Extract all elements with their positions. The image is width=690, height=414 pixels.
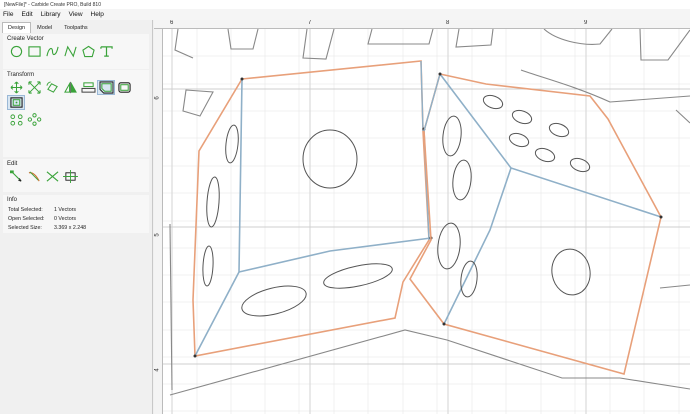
create-vector-header: Create Vector <box>7 36 44 42</box>
edge-line <box>194 78 243 357</box>
die-pip <box>241 285 307 317</box>
ruler-x-label: 9 <box>584 20 588 26</box>
polyline-icon[interactable] <box>61 44 79 59</box>
rectangle-icon[interactable] <box>25 44 43 59</box>
die-pip <box>551 248 591 296</box>
die-pip <box>460 260 478 298</box>
ruler-y-label: 6 <box>154 96 161 100</box>
rotate-icon[interactable] <box>43 80 61 95</box>
die-pip <box>302 129 358 189</box>
die-pip <box>482 94 504 110</box>
ruler-x-label: 7 <box>308 20 312 26</box>
circle-icon[interactable] <box>7 44 25 59</box>
sidebar-tabs: Design Model Toolpaths <box>2 22 94 33</box>
die-pip <box>437 222 461 270</box>
tab-model[interactable]: Model <box>31 22 58 33</box>
info-selected-size: Selected Size: 3.369 x 2.248 <box>3 223 149 232</box>
window-title: [NewFile]* - Carbide Create PRO, Build 8… <box>4 1 101 8</box>
polygon-icon[interactable] <box>79 44 97 59</box>
die-left[interactable] <box>192 60 433 358</box>
menu-view[interactable]: View <box>69 11 83 18</box>
node-edit-icon[interactable] <box>7 169 25 184</box>
edge-line <box>420 60 424 132</box>
ruler-x-label: 6 <box>170 20 174 26</box>
open-selected-value: 0 Vectors <box>54 215 77 222</box>
die-pip <box>206 176 220 228</box>
total-selected-value: 1 Vectors <box>54 206 77 213</box>
menu-file[interactable]: File <box>3 11 13 18</box>
title-bar: [NewFile]* - Carbide Create PRO, Build 8… <box>0 0 690 9</box>
menu-bar: File Edit Library View Help <box>0 9 690 20</box>
info-header: Info <box>7 197 18 203</box>
horizontal-ruler: 6 7 8 9 <box>154 20 690 29</box>
canvas-drawing[interactable] <box>163 29 690 414</box>
edit-panel: Edit <box>3 159 149 192</box>
offset-icon[interactable] <box>97 80 115 95</box>
tab-toolpaths[interactable]: Toolpaths <box>58 22 94 33</box>
curve-icon[interactable] <box>43 44 61 59</box>
transform-header: Transform <box>7 72 35 78</box>
circular-array-icon[interactable] <box>25 112 43 127</box>
trim-icon[interactable] <box>25 169 43 184</box>
die-pip <box>569 157 591 173</box>
ruler-x-label: 8 <box>446 20 450 26</box>
join-icon[interactable] <box>7 95 25 110</box>
die-pip <box>323 263 393 289</box>
die-pip <box>202 245 214 287</box>
tab-design[interactable]: Design <box>2 22 32 33</box>
box-select-icon[interactable] <box>61 169 79 184</box>
die-pip <box>442 115 462 157</box>
align-icon[interactable] <box>79 80 97 95</box>
edge-line <box>439 73 662 218</box>
open-selected-label: Open Selected: <box>8 215 45 222</box>
sidebar: Design Model Toolpaths Create Vector Tra… <box>0 20 153 414</box>
ruler-y-label: 4 <box>154 368 161 372</box>
edit-header: Edit <box>7 161 18 167</box>
info-open-selected: Open Selected: 0 Vectors <box>3 214 149 223</box>
array-icon[interactable] <box>7 112 25 127</box>
menu-help[interactable]: Help <box>91 11 104 18</box>
selection-outline[interactable] <box>192 60 430 357</box>
edge-line <box>423 73 441 132</box>
mirror-icon[interactable] <box>61 80 79 95</box>
scale-icon[interactable] <box>25 80 43 95</box>
edge-line <box>238 237 432 273</box>
cut-icon[interactable] <box>43 169 61 184</box>
die-pip <box>225 124 239 164</box>
transform-panel: Transform <box>3 70 149 157</box>
info-total-selected: Total Selected: 1 Vectors <box>3 205 149 214</box>
selected-size-value: 3.369 x 2.248 <box>54 224 87 231</box>
vertical-ruler: 6 5 4 <box>154 29 163 414</box>
die-pip <box>508 132 530 148</box>
menu-edit[interactable]: Edit <box>21 11 32 18</box>
info-panel: Info Total Selected: 1 Vectors Open Sele… <box>3 195 149 233</box>
die-pip <box>511 109 533 125</box>
move-icon[interactable] <box>7 80 25 95</box>
create-vector-panel: Create Vector <box>3 34 149 69</box>
ruler-y-label: 5 <box>154 233 161 237</box>
total-selected-label: Total Selected: <box>8 206 43 213</box>
text-icon[interactable] <box>97 44 115 59</box>
boolean-icon[interactable] <box>115 80 133 95</box>
selected-size-label: Selected Size: <box>8 224 42 231</box>
menu-library[interactable]: Library <box>41 11 61 18</box>
die-pip <box>548 122 570 138</box>
design-canvas[interactable]: 6 7 8 9 6 5 4 <box>154 20 690 414</box>
die-pip <box>452 159 472 201</box>
die-pip <box>534 147 556 163</box>
